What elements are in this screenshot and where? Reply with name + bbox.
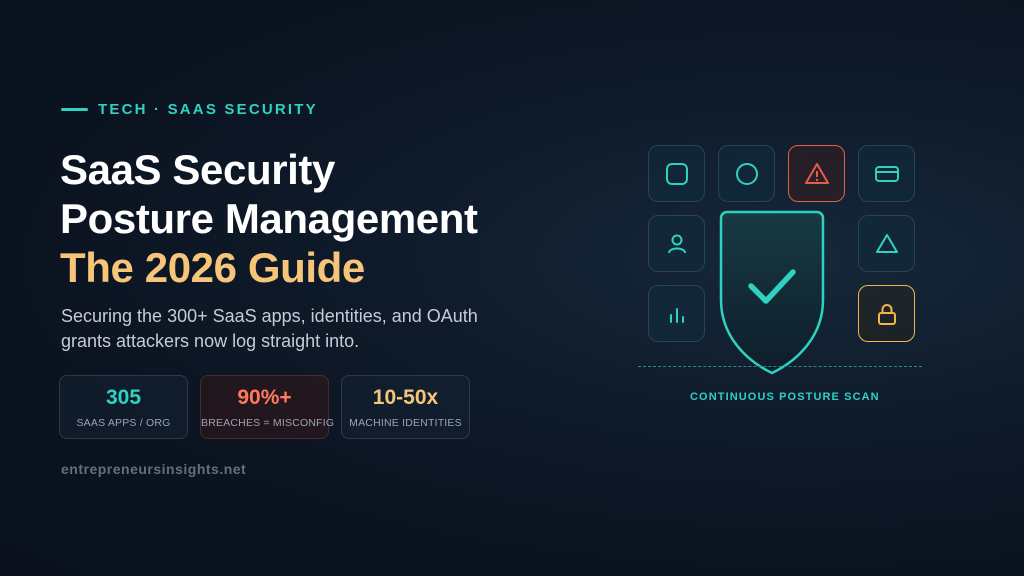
lock-icon <box>858 285 915 342</box>
site-url: entrepreneursinsights.net <box>61 461 247 477</box>
eyebrow: TECH · SAAS SECURITY <box>61 101 318 118</box>
page-title: SaaS Security Posture Management The 202… <box>60 145 478 292</box>
triangle-icon <box>858 215 915 272</box>
title-line-2: Posture Management <box>60 195 478 242</box>
eyebrow-bar <box>61 108 88 111</box>
circle-icon <box>718 145 775 202</box>
shield-check-icon <box>719 210 825 375</box>
stats-row: 305 SAAS APPS / ORG 90%+ BREACHES = MISC… <box>59 375 470 439</box>
scan-line <box>638 366 922 367</box>
scan-label: CONTINUOUS POSTURE SCAN <box>690 391 880 403</box>
stat-value: 10-50x <box>372 386 439 409</box>
subtitle: Securing the 300+ SaaS apps, identities,… <box>61 306 478 351</box>
card-icon <box>858 145 915 202</box>
eyebrow-text: TECH · SAAS SECURITY <box>98 101 318 118</box>
stat-label: SAAS APPS / ORG <box>76 417 171 429</box>
stat-label: MACHINE IDENTITIES <box>349 417 462 429</box>
stat-label: BREACHES = MISCONFIG <box>201 417 335 429</box>
user-icon <box>648 215 705 272</box>
warning-icon <box>788 145 845 202</box>
title-line-1: SaaS Security <box>60 146 335 193</box>
bar-chart-icon <box>648 285 705 342</box>
square-icon <box>648 145 705 202</box>
stat-value: 90%+ <box>237 386 292 409</box>
stat-card-apps: 305 SAAS APPS / ORG <box>59 375 188 439</box>
stat-card-breaches: 90%+ BREACHES = MISCONFIG <box>200 375 335 439</box>
stat-value: 305 <box>105 386 142 409</box>
title-line-3: The 2026 Guide <box>60 244 365 291</box>
stat-card-identities: 10-50x MACHINE IDENTITIES <box>341 375 470 439</box>
